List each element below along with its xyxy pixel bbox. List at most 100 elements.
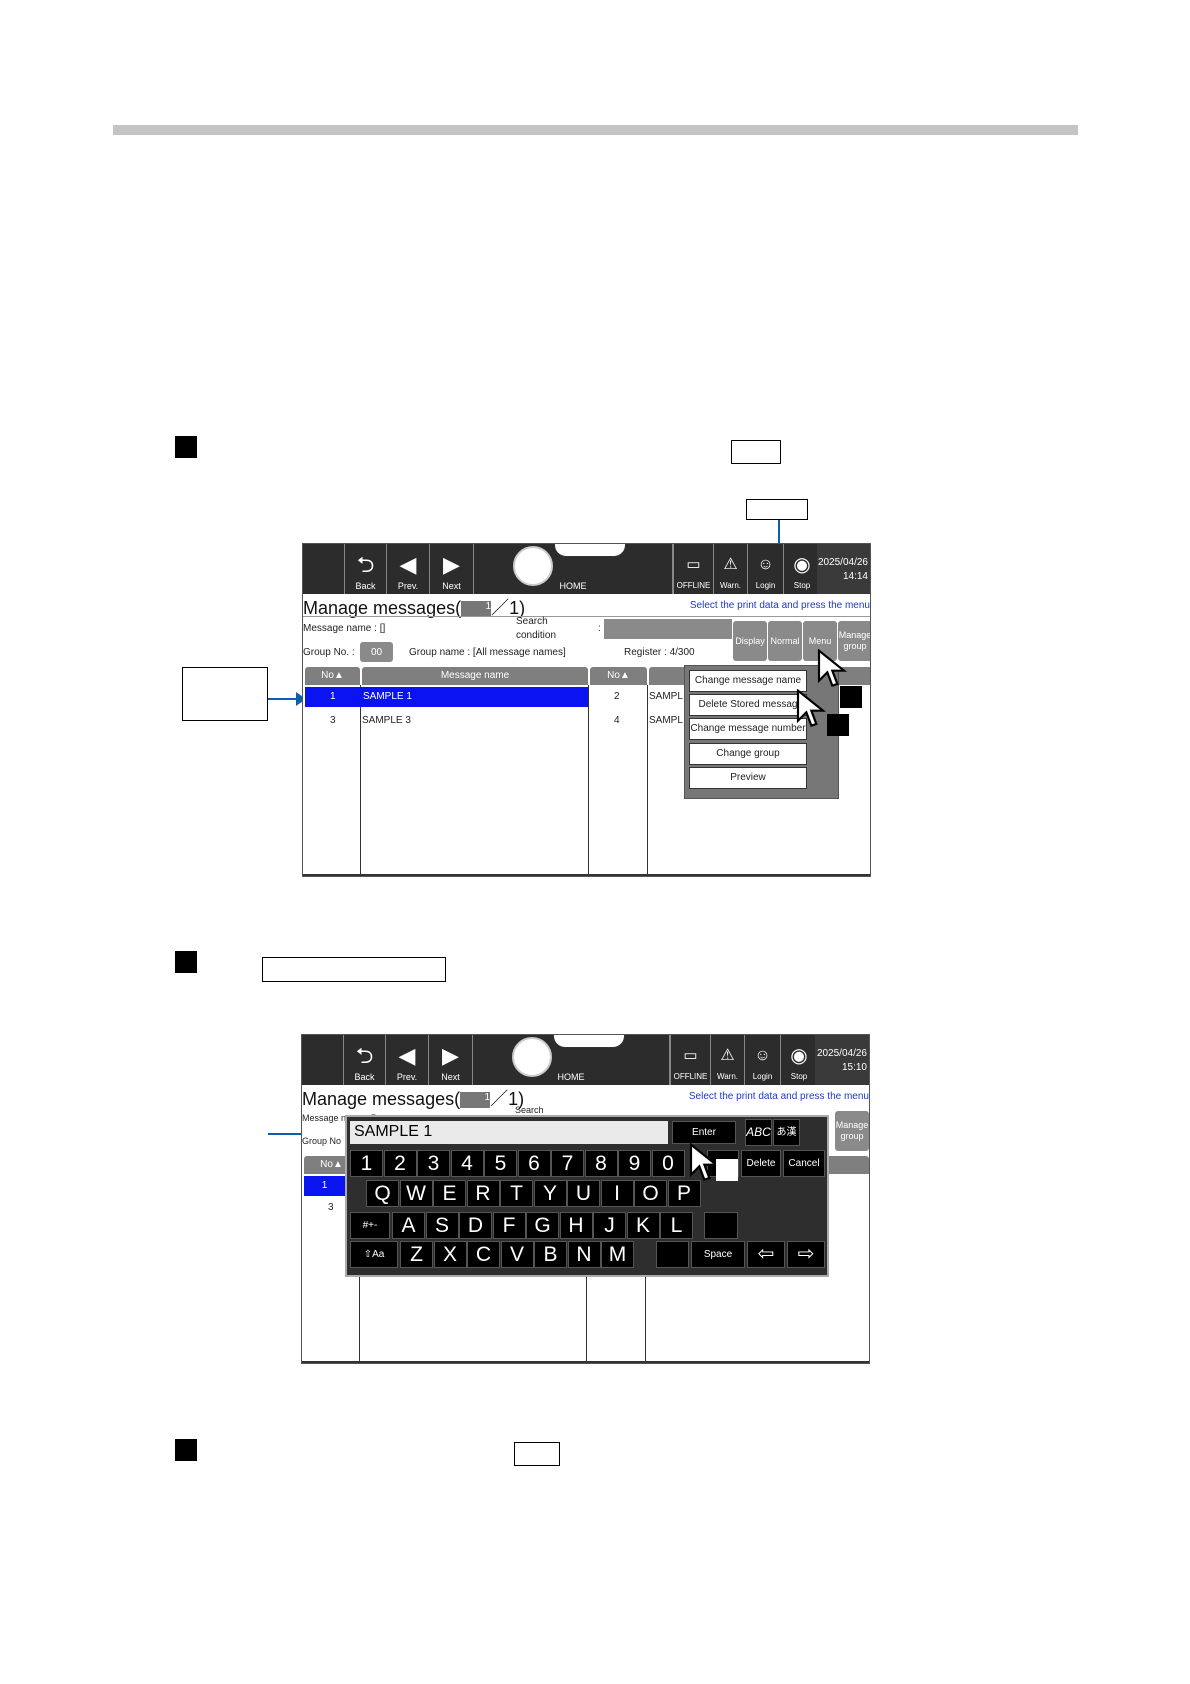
- text-input[interactable]: SAMPLE 1: [350, 1121, 668, 1144]
- key-x[interactable]: X: [433, 1241, 467, 1268]
- key-i[interactable]: I: [600, 1180, 634, 1207]
- key-m[interactable]: M: [601, 1241, 634, 1268]
- table-row-name[interactable]: SAMPL: [649, 691, 683, 702]
- key-s[interactable]: S: [425, 1212, 459, 1239]
- pull-tab[interactable]: [554, 544, 626, 557]
- home-icon: [512, 1037, 552, 1077]
- top-toolbar: ⮌ Back ◀ Prev. ▶ Next HOME ▭ OFFLINE ⚠ Warn. …: [302, 1035, 869, 1085]
- delete-key[interactable]: Delete: [741, 1150, 781, 1177]
- key-k[interactable]: K: [626, 1212, 660, 1239]
- key-4[interactable]: 4: [450, 1150, 484, 1177]
- key-t[interactable]: T: [500, 1180, 533, 1207]
- back-button[interactable]: ⮌ Back: [343, 1035, 385, 1085]
- stop-icon: ◉: [793, 554, 811, 576]
- menu-item-change-message-name[interactable]: Change message name: [689, 670, 807, 692]
- menu-item-change-group[interactable]: Change group: [689, 743, 807, 765]
- blank-label-box-3: [514, 1442, 560, 1466]
- manage-group-button[interactable]: Manage group: [835, 1111, 869, 1151]
- key-9[interactable]: 9: [618, 1150, 651, 1177]
- col-header-no-2[interactable]: No▲: [590, 667, 647, 685]
- key-p[interactable]: P: [667, 1180, 701, 1207]
- col-header-message-name[interactable]: Message name: [362, 667, 588, 685]
- key-c[interactable]: C: [467, 1241, 500, 1268]
- key-z[interactable]: Z: [400, 1241, 433, 1268]
- normal-button[interactable]: Normal: [768, 621, 802, 661]
- left-arrow-icon[interactable]: ⇦: [747, 1241, 785, 1268]
- prev-icon: ◀: [398, 1043, 416, 1068]
- symbols-key[interactable]: #+-: [350, 1212, 390, 1239]
- group-no-label: Group No: [302, 1136, 342, 1146]
- shift-key[interactable]: ⇧Aa: [350, 1241, 398, 1268]
- right-arrow-icon[interactable]: ⇨: [787, 1241, 825, 1268]
- col-header-no[interactable]: No▲: [305, 667, 360, 685]
- key-u[interactable]: U: [567, 1180, 600, 1207]
- group-no-value[interactable]: 00: [360, 642, 393, 662]
- key-b[interactable]: B: [534, 1241, 567, 1268]
- stop-button[interactable]: ◉ Stop: [780, 1035, 817, 1085]
- key-g[interactable]: G: [526, 1212, 559, 1239]
- kana-kanji-mode-icon[interactable]: あ漢: [773, 1119, 800, 1146]
- blank-key[interactable]: [704, 1212, 738, 1239]
- key-e[interactable]: E: [433, 1180, 466, 1207]
- alphabet-mode-icon[interactable]: ABC: [745, 1119, 772, 1146]
- clock: 2025/04/26 15:10: [815, 1035, 869, 1085]
- key-7[interactable]: 7: [551, 1150, 584, 1177]
- next-button[interactable]: ▶ Next: [429, 544, 473, 594]
- key-l[interactable]: L: [660, 1212, 693, 1239]
- space-key[interactable]: Space: [691, 1241, 745, 1268]
- key-d[interactable]: D: [459, 1212, 492, 1239]
- key-f[interactable]: F: [492, 1212, 526, 1239]
- key-o[interactable]: O: [634, 1180, 667, 1207]
- login-button[interactable]: ☺ Login: [747, 544, 783, 594]
- offline-status: ▭ OFFLINE: [670, 1035, 710, 1085]
- key-3[interactable]: 3: [417, 1150, 450, 1177]
- next-button[interactable]: ▶ Next: [428, 1035, 472, 1085]
- step-bullet-1: [175, 436, 197, 458]
- key-q[interactable]: Q: [366, 1180, 399, 1207]
- warn-button[interactable]: ⚠ Warn.: [713, 544, 747, 594]
- menu-item-preview[interactable]: Preview: [689, 767, 807, 789]
- search-condition-field[interactable]: [604, 619, 732, 639]
- step-marker-c: [716, 1159, 738, 1181]
- key-r[interactable]: R: [466, 1180, 500, 1207]
- table-row-name[interactable]: SAMPL: [649, 715, 683, 726]
- key-v[interactable]: V: [500, 1241, 534, 1268]
- key-h[interactable]: H: [559, 1212, 593, 1239]
- table-row-no[interactable]: 2: [614, 691, 620, 702]
- key-2[interactable]: 2: [383, 1150, 417, 1177]
- enter-key[interactable]: Enter: [672, 1121, 736, 1144]
- key-n[interactable]: N: [567, 1241, 601, 1268]
- key-a[interactable]: A: [392, 1212, 425, 1239]
- key-0[interactable]: 0: [651, 1150, 685, 1177]
- key-y[interactable]: Y: [533, 1180, 567, 1207]
- login-button[interactable]: ☺ Login: [744, 1035, 780, 1085]
- prev-button[interactable]: ◀ Prev.: [386, 544, 429, 594]
- prev-button[interactable]: ◀ Prev.: [385, 1035, 428, 1085]
- back-button[interactable]: ⮌ Back: [344, 544, 386, 594]
- menu-item-change-message-number[interactable]: Change message number: [689, 718, 807, 740]
- blank-label-box-2: [262, 957, 446, 982]
- page-title: Manage messages(1／1): [302, 1089, 525, 1109]
- key-5[interactable]: 5: [484, 1150, 517, 1177]
- warn-button[interactable]: ⚠ Warn.: [710, 1035, 744, 1085]
- key-1[interactable]: 1: [350, 1150, 383, 1177]
- table-row-no[interactable]: 3: [330, 715, 336, 726]
- key-6[interactable]: 6: [517, 1150, 551, 1177]
- blank-key[interactable]: [656, 1241, 689, 1268]
- grid-bottom: [303, 874, 870, 876]
- key-w[interactable]: W: [399, 1180, 433, 1207]
- table-row-no[interactable]: 3: [328, 1202, 334, 1213]
- table-row-selected[interactable]: 1 SAMPLE 1: [305, 687, 588, 707]
- table-row-selected[interactable]: 1: [304, 1176, 345, 1196]
- key-8[interactable]: 8: [584, 1150, 618, 1177]
- stop-button[interactable]: ◉ Stop: [783, 544, 820, 594]
- table-row-no[interactable]: 4: [614, 715, 620, 726]
- grid-bottom: [302, 1361, 869, 1363]
- display-button[interactable]: Display: [733, 621, 767, 661]
- step-marker-b: [827, 714, 849, 736]
- key-j[interactable]: J: [593, 1212, 626, 1239]
- menu-item-delete-stored-message[interactable]: Delete Stored messag: [689, 694, 807, 716]
- cancel-key[interactable]: Cancel: [783, 1150, 825, 1177]
- table-row-name[interactable]: SAMPLE 3: [362, 715, 411, 726]
- pull-tab[interactable]: [553, 1035, 625, 1048]
